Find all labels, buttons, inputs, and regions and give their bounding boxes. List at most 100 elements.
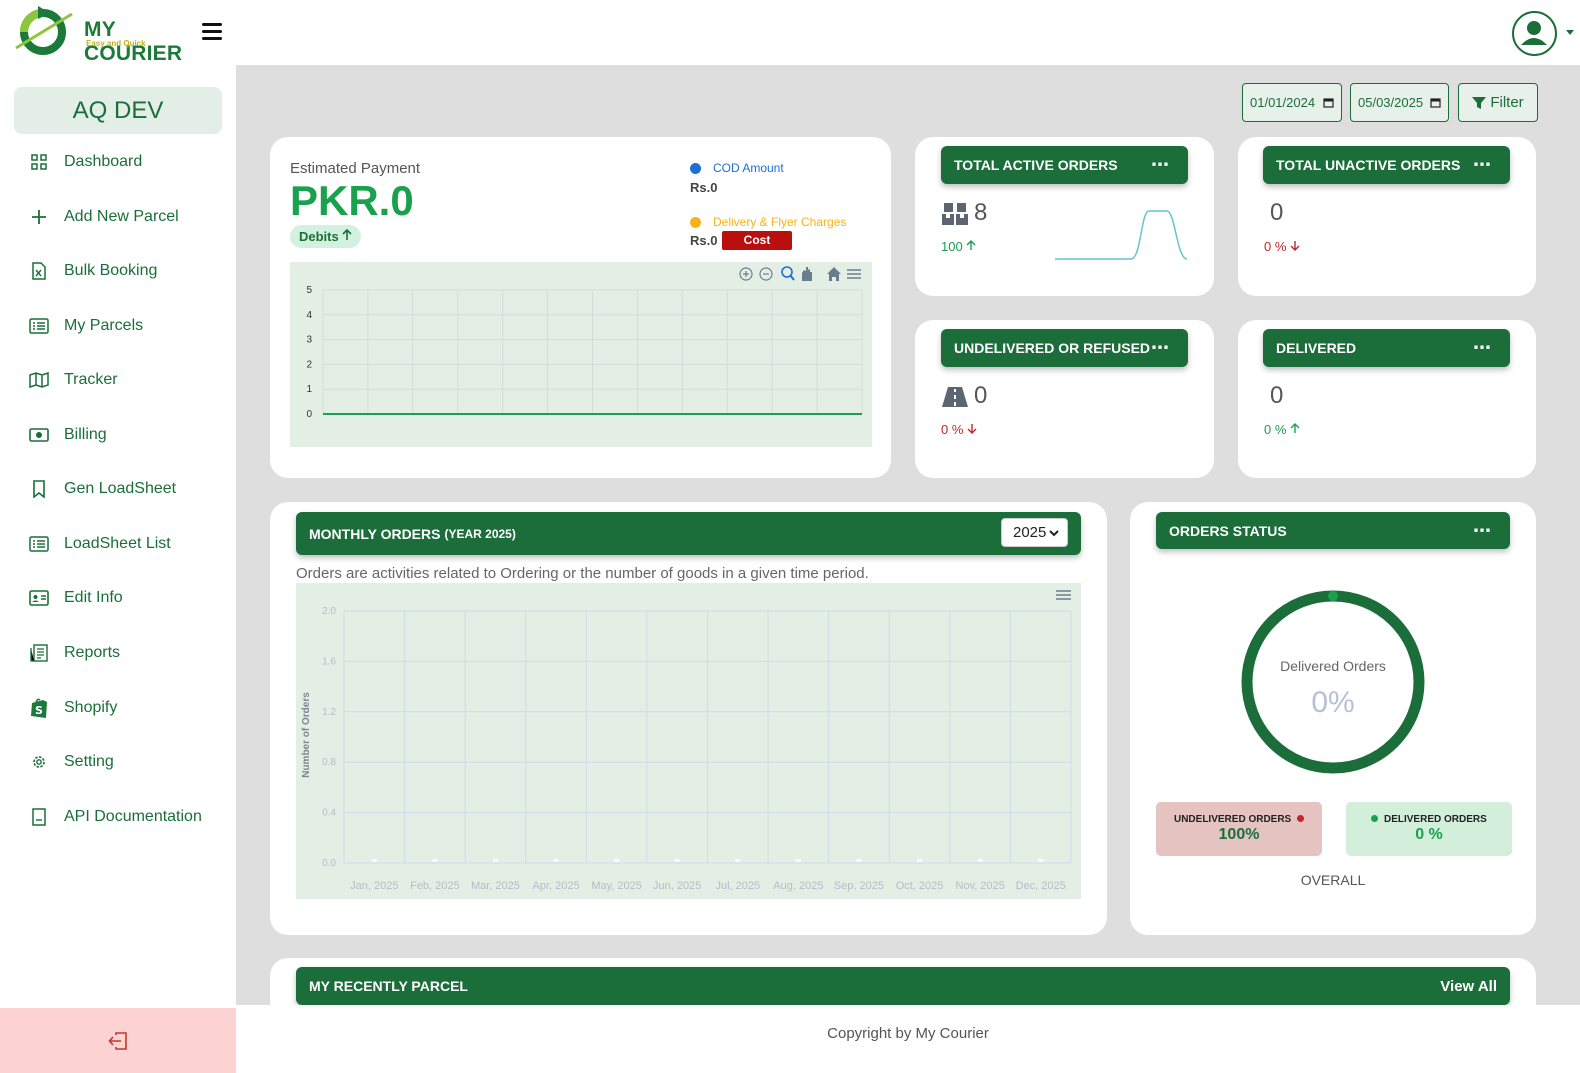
zoom-in-icon[interactable] (739, 267, 753, 281)
y-tick-label: 0.4 (322, 808, 336, 819)
view-all-link[interactable]: View All (1440, 978, 1497, 995)
monthly-orders-yticks: 0.0 0.4 0.8 1.2 1.6 2.0 (322, 606, 336, 869)
more-options-icon[interactable]: ⋯ (1473, 520, 1492, 541)
x-tick-label: Sep, 2025 (834, 880, 884, 892)
sidebar-item-add-new-parcel[interactable]: Add New Parcel (28, 202, 228, 232)
bar (552, 858, 560, 863)
date-to-input[interactable]: 05/03/2025 (1350, 83, 1449, 122)
bar (855, 858, 863, 863)
bar (673, 858, 681, 863)
sidebar-item-bulk-booking[interactable]: Bulk Booking (28, 256, 228, 286)
sidebar-item-gen-loadsheet[interactable]: Gen LoadSheet (28, 474, 228, 504)
monthly-orders-chart: 0.0 0.4 0.8 1.2 1.6 2.0 Jan, 2025 Feb, 2025 Mar… (296, 583, 1081, 899)
sidebar-item-label: Reports (64, 644, 121, 661)
total-active-orders-header: TOTAL ACTIVE ORDERS ⋯ (941, 146, 1188, 184)
sidebar: AQ DEV Dashboard Add New Parcel Bulk Boo… (0, 65, 236, 1073)
x-tick-label: Nov, 2025 (955, 880, 1004, 892)
map-icon (28, 369, 50, 391)
menu-icon[interactable] (847, 269, 861, 279)
sidebar-item-tracker[interactable]: Tracker (28, 365, 228, 395)
sidebar-item-label: Add New Parcel (64, 208, 179, 225)
recent-parcel-header: MY RECENTLY PARCEL View All (296, 967, 1510, 1005)
filter-button-label: Filter (1490, 94, 1524, 111)
home-icon[interactable] (827, 267, 841, 281)
sidebar-item-billing[interactable]: Billing (28, 420, 228, 450)
sidebar-item-loadsheet-list[interactable]: LoadSheet List (28, 529, 228, 559)
brand-tagline: Easy and Quick (86, 39, 146, 48)
sidebar-item-label: Edit Info (64, 589, 123, 606)
sidebar-item-reports[interactable]: Reports (28, 638, 228, 668)
sidebar-item-edit-info[interactable]: Edit Info (28, 583, 228, 613)
pan-icon[interactable] (802, 267, 812, 281)
monthly-orders-subtitle: Orders are activities related to Orderin… (296, 565, 869, 582)
sidebar-item-label: LoadSheet List (64, 535, 171, 552)
bar (734, 858, 742, 863)
total-active-pct-value: 100 (941, 239, 963, 254)
top-bar: MY COURIER Easy and Quick (0, 0, 1580, 65)
undelivered-orders-box: UNDELIVERED ORDERS 100% (1156, 802, 1322, 856)
debits-label: Debits (299, 229, 339, 244)
sidebar-item-label: Tracker (64, 371, 118, 388)
menu-toggle-button[interactable] (202, 23, 224, 41)
y-tick-label: 1.6 (322, 656, 336, 667)
undelivered-or-refused-pct: 0 % (941, 422, 977, 437)
active-orders-sparkline (1055, 210, 1188, 260)
excel-file-icon (28, 260, 50, 282)
cod-dot (690, 162, 701, 174)
logo[interactable]: MY COURIER Easy and Quick (14, 4, 214, 65)
report-icon (28, 642, 50, 664)
zoom-out-icon[interactable] (759, 267, 773, 281)
menu-icon[interactable] (1056, 590, 1071, 600)
monthly-orders-title-suffix: (YEAR 2025) (444, 526, 516, 541)
sidebar-item-shopify[interactable]: S Shopify (28, 693, 228, 723)
donut-label: Delivered Orders (1280, 658, 1386, 674)
cod-label: COD Amount (713, 161, 784, 175)
sidebar-item-dashboard[interactable]: Dashboard (28, 147, 228, 177)
bar (1037, 858, 1045, 863)
zoom-icon[interactable] (781, 266, 795, 281)
year-select[interactable]: 2025 (1001, 518, 1068, 547)
more-options-icon[interactable]: ⋯ (1473, 155, 1492, 176)
total-active-orders-card: TOTAL ACTIVE ORDERS ⋯ 8 100 (915, 137, 1214, 296)
donut-marker (1328, 591, 1338, 601)
sidebar-item-my-parcels[interactable]: My Parcels (28, 311, 228, 341)
arrow-up-icon (966, 240, 976, 250)
year-select-value: 2025 (1013, 524, 1047, 541)
x-tick-label: Dec, 2025 (1016, 880, 1066, 892)
filter-button[interactable]: Filter (1458, 83, 1538, 122)
monthly-orders-xticks: Jan, 2025 Feb, 2025 Mar, 2025 Apr, 2025 May,… (350, 880, 1066, 892)
undelivered-or-refused-value: 0 (974, 382, 988, 409)
monthly-orders-card: MONTHLY ORDERS (YEAR 2025) 2025 Orders a… (270, 502, 1107, 935)
date-from-input[interactable]: 01/01/2024 (1242, 83, 1342, 122)
chevron-down-icon (1049, 529, 1059, 536)
sidebar-item-api-documentation[interactable]: API Documentation (28, 802, 228, 832)
total-unactive-orders-pct: 0 % (1264, 239, 1300, 254)
caret-down-icon[interactable] (1566, 30, 1574, 35)
cost-badge: Cost (722, 231, 792, 250)
y-tick-label: 1 (306, 384, 312, 395)
svg-text:S: S (35, 704, 43, 717)
sidebar-item-setting[interactable]: Setting (28, 747, 228, 777)
delivered-pct-value: 0 % (1264, 422, 1287, 437)
orders-status-title: ORDERS STATUS (1169, 522, 1287, 539)
delivery-label: Delivery & Flyer Charges (713, 215, 847, 229)
profile-button[interactable] (1512, 11, 1557, 56)
y-tick-label: 1.2 (322, 707, 336, 718)
payment-chart-grid (322, 289, 863, 415)
arrow-down-icon (1290, 241, 1300, 251)
more-options-icon[interactable]: ⋯ (1473, 338, 1492, 359)
delivered-title: DELIVERED (1276, 340, 1357, 356)
donut-ring (1241, 590, 1425, 774)
plus-icon (28, 206, 50, 228)
gear-icon (28, 751, 50, 773)
logout-button[interactable] (0, 1008, 236, 1073)
more-options-icon[interactable]: ⋯ (1151, 338, 1170, 359)
delivered-header: DELIVERED ⋯ (1263, 329, 1510, 367)
payment-chart: 0 1 2 3 4 5 (290, 262, 872, 447)
x-tick-label: Jun, 2025 (653, 880, 701, 892)
y-tick-label: 0.8 (322, 757, 336, 768)
delivered-pct: 0 % (1264, 422, 1300, 437)
more-options-icon[interactable]: ⋯ (1151, 155, 1170, 176)
date-from-value: 01/01/2024 (1250, 95, 1316, 110)
x-tick-label: May, 2025 (591, 880, 642, 892)
